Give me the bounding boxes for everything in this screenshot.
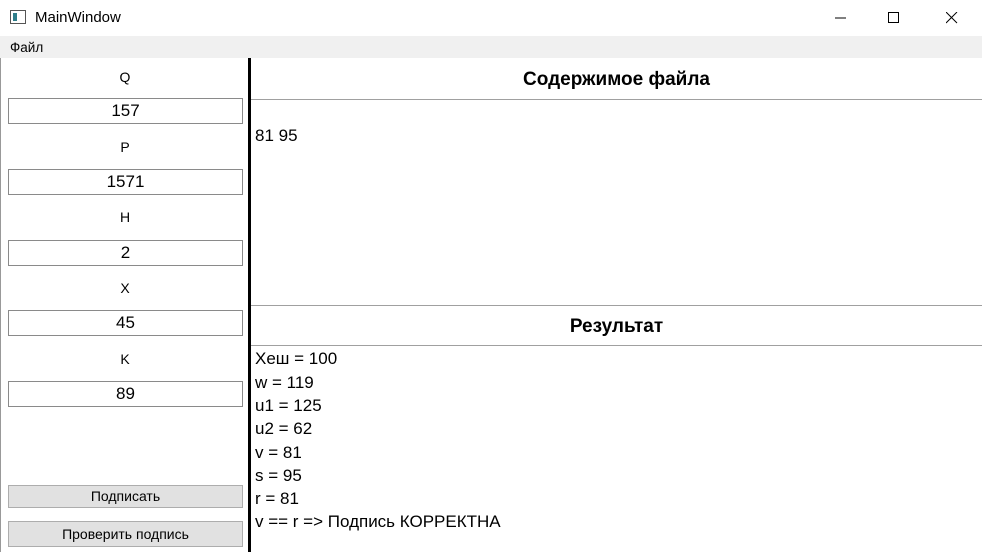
q-input[interactable]: 157 [8, 98, 243, 124]
menu-file[interactable]: Файл [10, 40, 43, 55]
label-x: X [120, 280, 130, 296]
output-area: Содержимое файла 81 95 Результат Хеш = 1… [251, 58, 982, 552]
file-content-heading: Содержимое файла [523, 69, 710, 90]
maximize-button[interactable] [871, 0, 917, 36]
result-line: v == r => Подпись КОРРЕКТНА [255, 512, 501, 531]
result-line: s = 95 [255, 466, 302, 485]
close-button[interactable] [929, 0, 975, 36]
label-p: P [120, 139, 130, 155]
result-line: u2 = 62 [255, 419, 313, 438]
divider [251, 305, 982, 306]
window-title: MainWindow [35, 9, 121, 26]
close-icon [946, 12, 958, 24]
label-k: K [120, 351, 130, 367]
divider [251, 99, 982, 100]
maximize-icon [888, 12, 899, 23]
x-input[interactable]: 45 [8, 310, 243, 336]
minimize-button[interactable] [818, 0, 864, 36]
menu-bar: Файл [0, 36, 982, 58]
title-bar: MainWindow [0, 0, 982, 36]
minimize-icon [835, 17, 846, 19]
result-line: r = 81 [255, 489, 299, 508]
file-content-text[interactable]: 81 95 [255, 126, 298, 146]
divider [251, 345, 982, 346]
result-line: v = 81 [255, 443, 302, 462]
label-q: Q [119, 69, 131, 85]
result-line: w = 119 [255, 373, 314, 392]
result-heading: Результат [569, 316, 664, 337]
parameters-panel: Q 157 P 1571 H 2 X 45 K 89 Подписать Про… [0, 58, 248, 552]
verify-signature-button[interactable]: Проверить подпись [8, 521, 243, 547]
result-line: Хеш = 100 [255, 349, 338, 368]
result-line: u1 = 125 [255, 396, 322, 415]
label-h: H [119, 209, 131, 225]
k-input[interactable]: 89 [8, 381, 243, 407]
h-input[interactable]: 2 [8, 240, 243, 266]
p-input[interactable]: 1571 [8, 169, 243, 195]
sign-button[interactable]: Подписать [8, 485, 243, 508]
app-icon [10, 10, 26, 24]
